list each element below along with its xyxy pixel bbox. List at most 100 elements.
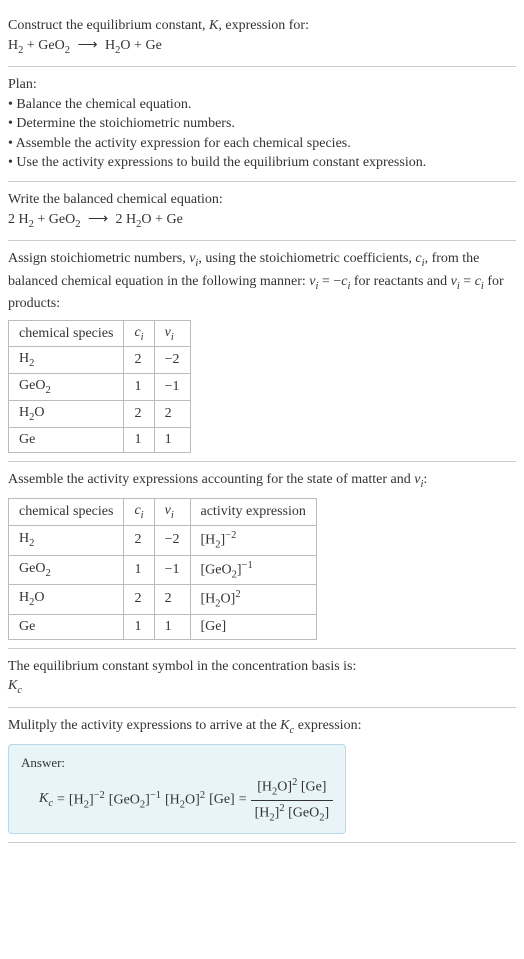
equals1: = (57, 792, 65, 808)
cell-c: 1 (124, 555, 154, 584)
d2: [GeO (285, 805, 320, 820)
e1: −2 (94, 790, 105, 801)
cell-c: 1 (124, 374, 154, 401)
th-species: chemical species (9, 320, 124, 347)
answer-equation: Kc = [H2]−2 [GeO2]−1 [H2O]2 [Ge] = [H2O]… (21, 777, 333, 823)
mk: K (280, 718, 289, 733)
plus2: + (131, 38, 146, 53)
kb: K (8, 678, 17, 693)
t1: [H (69, 792, 84, 807)
h2o-o: O (120, 38, 130, 53)
cell-activity: [Ge] (190, 614, 316, 639)
geo2-base: GeO (38, 38, 64, 53)
thnui: i (171, 331, 174, 342)
asp2: H (19, 590, 29, 605)
h2-base: H (8, 38, 18, 53)
cell-nu: −2 (154, 347, 190, 374)
equals2: = (239, 792, 247, 808)
th-c: ci (124, 320, 154, 347)
bh2: H (19, 212, 29, 227)
answer-box: Answer: Kc = [H2]−2 [GeO2]−1 [H2O]2 [Ge]… (8, 744, 346, 834)
cell-species: GeO2 (9, 555, 124, 584)
cell-species: H2 (9, 347, 124, 374)
cell-species: H2 (9, 526, 124, 555)
sp1s: 2 (45, 385, 50, 396)
bh2oo: O (141, 212, 151, 227)
asp0: H (19, 531, 29, 546)
t3e: O] (185, 792, 200, 807)
table-header: chemical species ci νi activity expressi… (9, 499, 317, 526)
cell-species: H2O (9, 585, 124, 614)
thci: i (141, 331, 144, 342)
eq2a: = (460, 274, 475, 289)
a2t: O] (221, 592, 236, 607)
a1a: [GeO (201, 562, 232, 577)
cell-nu: −2 (154, 526, 190, 555)
at1: Assemble the activity expressions accoun… (8, 472, 414, 487)
a1e: −1 (242, 560, 253, 571)
activity-text: Assemble the activity expressions accoun… (8, 470, 516, 492)
a0a: [H (201, 533, 216, 548)
arrow-icon: ⟶ (77, 36, 97, 56)
bge: Ge (166, 212, 182, 227)
bh2o: H (126, 212, 136, 227)
table-header: chemical species ci νi (9, 320, 191, 347)
cell-activity: [H2O]2 (190, 585, 316, 614)
multiply-text: Mulitply the activity expressions to arr… (8, 716, 516, 738)
table-row: GeO2 1 −1 [GeO2]−1 (9, 555, 317, 584)
a0e: −2 (225, 530, 236, 541)
cell-c: 1 (124, 427, 154, 452)
table-row: H2O 2 2 (9, 401, 191, 428)
plan-bullet-3: • Assemble the activity expression for e… (8, 134, 516, 154)
cell-species: GeO2 (9, 374, 124, 401)
acolon: : (423, 472, 427, 487)
n1e: O] (277, 780, 292, 795)
cell-c: 2 (124, 585, 154, 614)
table-row: GeO2 1 −1 (9, 374, 191, 401)
cell-species: Ge (9, 614, 124, 639)
n1: [H (257, 780, 272, 795)
st2: , using the stoichiometric coefficients, (198, 251, 415, 266)
plan-bullet-2: • Determine the stoichiometric numbers. (8, 114, 516, 134)
cell-c: 2 (124, 526, 154, 555)
cell-nu: 2 (154, 585, 190, 614)
st1: Assign stoichiometric numbers, (8, 251, 189, 266)
unbalanced-equation: H2 + GeO2 ⟶ H2O + Ge (8, 36, 516, 58)
mt2: expression: (294, 718, 361, 733)
coef1: 2 (8, 212, 19, 227)
intro-text: Construct the equilibrium constant, K, e… (8, 16, 516, 36)
stoich-section: Assign stoichiometric numbers, νi, using… (8, 241, 516, 462)
answer-label: Answer: (21, 755, 333, 771)
athnui: i (171, 510, 174, 521)
a2a: [H (201, 592, 216, 607)
kc: c (17, 685, 22, 696)
plan-title: Plan: (8, 75, 516, 95)
intro-section: Construct the equilibrium constant, K, e… (8, 8, 516, 67)
plan-section: Plan: • Balance the chemical equation. •… (8, 67, 516, 182)
symbol-section: The equilibrium constant symbol in the c… (8, 649, 516, 708)
kc-symbol: Kc (8, 676, 516, 698)
ath2: ci (124, 499, 154, 526)
d1: [H (255, 805, 270, 820)
table-row: Ge 1 1 [Ge] (9, 614, 317, 639)
cell-activity: [GeO2]−1 (190, 555, 316, 584)
fraction: [H2O]2 [Ge] [H2]2 [GeO2] (251, 777, 333, 823)
table-row: H2O 2 2 [H2O]2 (9, 585, 317, 614)
term4: [Ge] (209, 792, 235, 808)
asp2t: O (34, 590, 44, 605)
ac: c (48, 798, 53, 809)
sp0s: 2 (29, 358, 34, 369)
eq1a: = − (318, 274, 341, 289)
numerator: [H2O]2 [Ge] (251, 777, 333, 800)
plan-bullet-4: • Use the activity expressions to build … (8, 153, 516, 173)
cell-species: Ge (9, 427, 124, 452)
ath1: chemical species (9, 499, 124, 526)
t2: [GeO (109, 792, 140, 807)
activity-table: chemical species ci νi activity expressi… (8, 498, 317, 639)
ge: Ge (145, 38, 161, 53)
bplus1: + (34, 212, 49, 227)
h2o-h: H (105, 38, 115, 53)
intro-suffix: , expression for: (218, 18, 309, 33)
balanced-title: Write the balanced chemical equation: (8, 190, 516, 210)
a2e: 2 (235, 589, 240, 600)
